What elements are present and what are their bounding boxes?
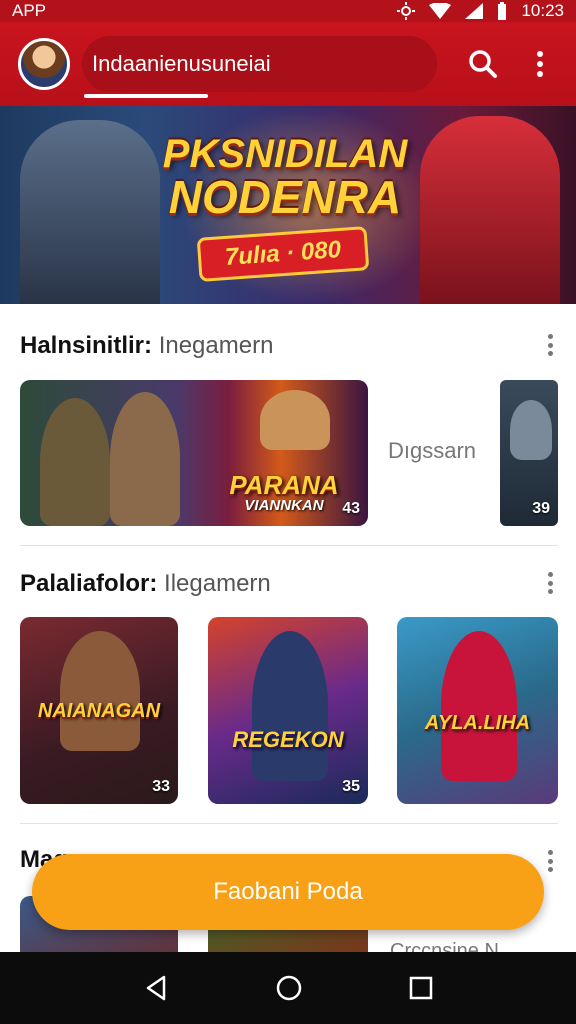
signal-icon (465, 3, 484, 19)
primary-action-button[interactable]: Faobani Poda (32, 854, 544, 930)
card-figure (40, 398, 110, 526)
primary-action-label: Faobani Poda (213, 878, 363, 905)
hero-title: PKSNIDILAN NODENRA (150, 134, 420, 220)
game-card[interactable]: NAIANAGAN 33 (20, 617, 178, 804)
section-title-bold: Halnsinitlir: (20, 332, 153, 359)
status-app-label: APP (12, 1, 47, 20)
card-art-title: NAIANAGAN (37, 700, 161, 722)
recents-icon[interactable] (408, 975, 434, 1001)
hero-banner[interactable]: PKSNIDILAN NODENRA 7ulıa · 080 (0, 106, 576, 304)
search-button[interactable] (459, 40, 506, 88)
section-side-label: Dıgssarn (388, 438, 477, 463)
card-count: 33 (152, 778, 170, 795)
partial-game-card[interactable]: 39 (500, 380, 558, 526)
search-underline (84, 94, 208, 98)
section-title-bold: Palaliafolor: (20, 570, 158, 597)
section-title-light: Inegamern (158, 332, 274, 359)
featured-game-card[interactable]: PARANA VIANNKAN 43 (20, 380, 368, 526)
card-figure (252, 631, 328, 781)
card-figure (110, 392, 180, 526)
status-time: 10:23 (521, 1, 564, 20)
search-bar[interactable]: Indaanienusuneiai (82, 36, 438, 98)
card-count: 35 (342, 778, 360, 795)
battery-icon (498, 2, 507, 20)
card-figure (510, 400, 552, 460)
section-divider (20, 823, 558, 824)
card-art-title: REGEKON (232, 727, 344, 752)
hero-warrior-figure (20, 120, 160, 304)
section-more-button[interactable] (538, 570, 562, 596)
card-figure (441, 631, 517, 781)
hero-heroine-figure (420, 116, 560, 304)
app-bar: Indaanienusuneiai (0, 22, 576, 106)
section-more-button[interactable] (538, 848, 562, 874)
search-icon (469, 50, 497, 78)
section-divider (20, 545, 558, 546)
game-card[interactable]: AYLA.LIHA (397, 617, 558, 804)
search-text: Indaanienusuneiai (92, 51, 271, 76)
more-options-button[interactable] (517, 40, 564, 88)
wifi-icon (429, 3, 452, 19)
section-title: Palaliafolor: Ilegamern (20, 570, 271, 598)
section-title-light: Ilegamern (164, 570, 271, 597)
home-icon[interactable] (275, 974, 303, 1002)
card-count: 39 (532, 500, 550, 517)
system-nav-bar (0, 952, 576, 1024)
card-art-title: PARANA (229, 470, 339, 500)
game-card[interactable]: REGEKON 35 (208, 617, 368, 804)
avatar[interactable] (18, 38, 70, 90)
hero-title-line2: NODENRA (168, 171, 402, 223)
more-vert-icon (537, 51, 544, 77)
hero-title-line1: PKSNIDILAN (162, 132, 408, 176)
card-figure (60, 631, 140, 751)
card-art-title: AYLA.LIHA (424, 712, 531, 734)
status-bar: APP 10:23 (0, 0, 576, 22)
app-screen: APP 10:23 Indaanienusuneiai PKSNIDILAN N… (0, 0, 576, 1024)
section-title: Halnsinitlir: Inegamern (20, 332, 273, 360)
card-figure (260, 390, 330, 450)
brightness-icon (397, 2, 416, 20)
card-count: 43 (342, 500, 360, 517)
back-icon[interactable] (142, 974, 170, 1002)
section-more-button[interactable] (538, 332, 562, 358)
